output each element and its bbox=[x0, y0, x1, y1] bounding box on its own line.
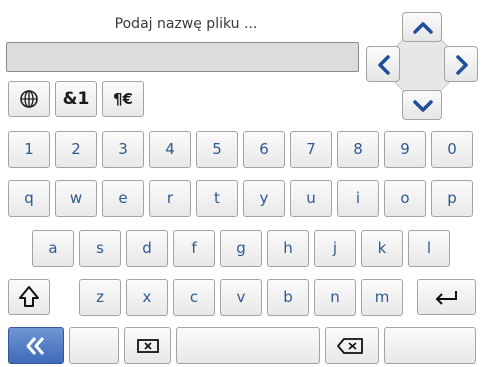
letter-key-top-6[interactable]: u bbox=[290, 180, 332, 217]
letter-key-bottom-5[interactable]: n bbox=[314, 279, 356, 316]
backspace-icon bbox=[337, 338, 363, 354]
backspace-key[interactable] bbox=[325, 327, 379, 364]
arrow-right-button[interactable] bbox=[444, 46, 478, 82]
shift-arrow-icon bbox=[19, 286, 39, 307]
number-key-8[interactable]: 9 bbox=[384, 131, 426, 168]
letter-key-bottom-0[interactable]: z bbox=[79, 279, 121, 316]
currency-key[interactable]: ¶€ bbox=[102, 81, 144, 117]
symbols-key[interactable]: &1 bbox=[55, 81, 97, 117]
letter-key-top-7[interactable]: i bbox=[337, 180, 379, 217]
dialog-title: Podaj nazwę pliku ... bbox=[114, 16, 258, 32]
letter-key-bottom-6[interactable]: m bbox=[361, 279, 403, 316]
letter-key-top-9[interactable]: p bbox=[431, 180, 473, 217]
letter-key-home-8[interactable]: l bbox=[408, 230, 450, 267]
enter-key[interactable] bbox=[417, 279, 476, 315]
number-key-5[interactable]: 6 bbox=[243, 131, 285, 168]
letter-key-home-7[interactable]: k bbox=[361, 230, 403, 267]
chevron-right-icon bbox=[456, 55, 468, 75]
shift-key[interactable] bbox=[8, 279, 50, 315]
letter-key-bottom-4[interactable]: b bbox=[267, 279, 309, 316]
filename-input[interactable] bbox=[6, 42, 359, 72]
chevron-down-icon bbox=[413, 100, 433, 112]
arrow-up-button[interactable] bbox=[402, 12, 442, 42]
number-key-9[interactable]: 0 bbox=[431, 131, 473, 168]
clear-field-key[interactable] bbox=[124, 327, 171, 364]
chevron-left-icon bbox=[378, 55, 390, 75]
number-key-1[interactable]: 2 bbox=[55, 131, 97, 168]
letter-key-top-2[interactable]: e bbox=[102, 180, 144, 217]
letter-key-home-3[interactable]: f bbox=[173, 230, 215, 267]
chevron-up-icon bbox=[413, 22, 433, 34]
letter-key-bottom-2[interactable]: c bbox=[173, 279, 215, 316]
letter-key-home-6[interactable]: j bbox=[314, 230, 356, 267]
letter-key-top-5[interactable]: y bbox=[243, 180, 285, 217]
globe-icon bbox=[20, 90, 38, 108]
number-key-3[interactable]: 4 bbox=[149, 131, 191, 168]
letter-key-home-4[interactable]: g bbox=[220, 230, 262, 267]
number-key-6[interactable]: 7 bbox=[290, 131, 332, 168]
letter-key-top-4[interactable]: t bbox=[196, 180, 238, 217]
letter-key-home-1[interactable]: s bbox=[79, 230, 121, 267]
letter-key-top-3[interactable]: r bbox=[149, 180, 191, 217]
blank-key-left[interactable] bbox=[69, 327, 119, 364]
language-key[interactable] bbox=[8, 81, 50, 117]
number-key-2[interactable]: 3 bbox=[102, 131, 144, 168]
letter-key-home-2[interactable]: d bbox=[126, 230, 168, 267]
number-key-7[interactable]: 8 bbox=[337, 131, 379, 168]
number-key-0[interactable]: 1 bbox=[8, 131, 50, 168]
clear-field-icon bbox=[137, 339, 159, 353]
letter-key-top-0[interactable]: q bbox=[8, 180, 50, 217]
space-key[interactable] bbox=[176, 327, 320, 364]
number-key-4[interactable]: 5 bbox=[196, 131, 238, 168]
letter-key-home-0[interactable]: a bbox=[32, 230, 74, 267]
arrow-down-button[interactable] bbox=[402, 90, 442, 120]
letter-key-home-5[interactable]: h bbox=[267, 230, 309, 267]
double-chevron-left-icon bbox=[26, 337, 45, 355]
letter-key-top-8[interactable]: o bbox=[384, 180, 426, 217]
letter-key-bottom-1[interactable]: x bbox=[126, 279, 168, 316]
blank-key-right[interactable] bbox=[384, 327, 476, 364]
arrow-left-button[interactable] bbox=[366, 46, 400, 82]
letter-key-bottom-3[interactable]: v bbox=[220, 279, 262, 316]
back-button[interactable] bbox=[8, 327, 64, 364]
letter-key-top-1[interactable]: w bbox=[55, 180, 97, 217]
return-icon bbox=[435, 291, 457, 305]
